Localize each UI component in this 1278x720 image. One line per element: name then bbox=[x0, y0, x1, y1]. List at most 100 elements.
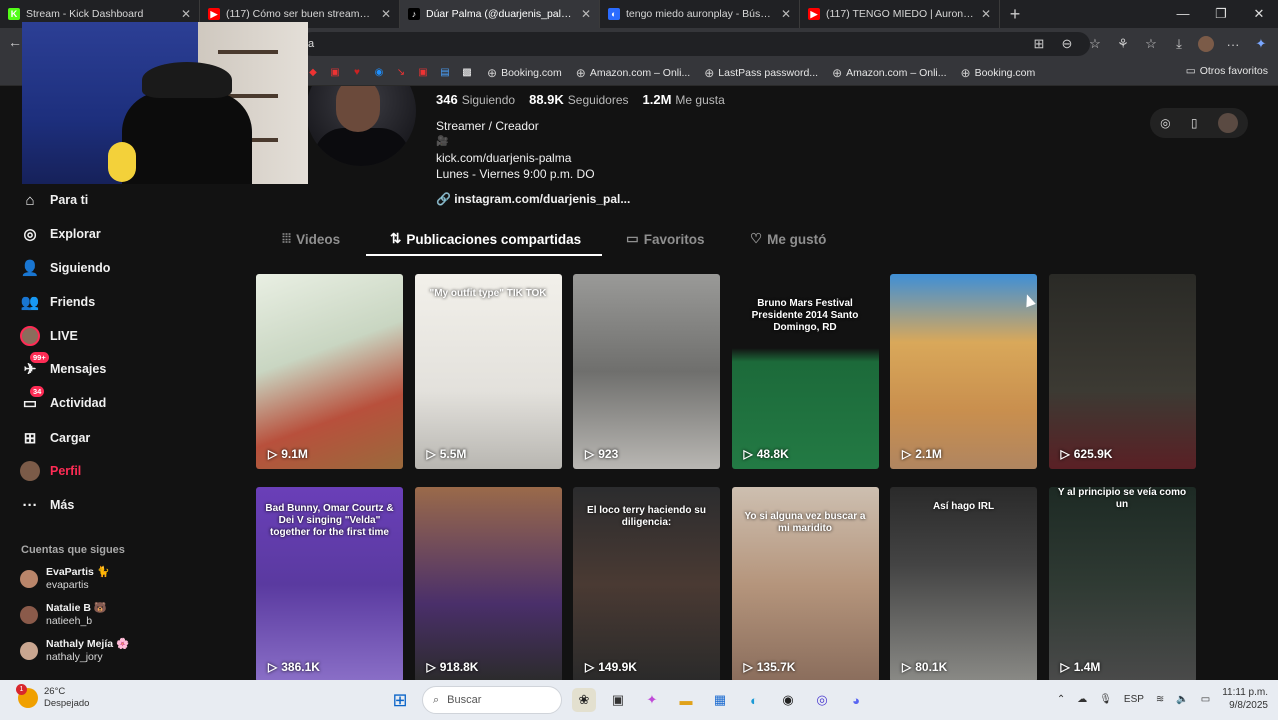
bookmark-item[interactable]: ⊕ Amazon.com – Onli... bbox=[576, 66, 690, 80]
browser-tab[interactable]: ◐ tengo miedo auronplay - Búsque ✕ bbox=[600, 0, 800, 28]
bio-line: 🎥 bbox=[436, 136, 449, 147]
upload-icon: ⊞ bbox=[23, 430, 37, 447]
bookmark-item[interactable]: ⊕ Booking.com bbox=[961, 66, 1036, 80]
mic-icon[interactable]: 🎙 bbox=[1099, 694, 1112, 705]
menu-icon[interactable]: ··· bbox=[1224, 37, 1242, 52]
battery-icon[interactable]: ▭ bbox=[1201, 694, 1210, 705]
close-window-button[interactable]: ✕ bbox=[1240, 0, 1278, 28]
tab-me-gust-[interactable]: ♡ Me gustó bbox=[750, 231, 826, 247]
extensions-icon[interactable]: ⊞ bbox=[1030, 36, 1048, 52]
copilot-icon[interactable]: ✦ bbox=[640, 688, 664, 712]
tab-videos[interactable]: ⦙⦙⦙ Videos bbox=[282, 231, 340, 247]
tab-favicon-icon: ▶ bbox=[808, 8, 820, 20]
bookmark-label: Amazon.com – Onli... bbox=[589, 66, 691, 79]
tab-publicaciones-compartidas[interactable]: ⇅ Publicaciones compartidas bbox=[390, 231, 581, 247]
new-tab-button[interactable]: + bbox=[1000, 4, 1030, 25]
video-card[interactable]: ▷ 923 bbox=[573, 274, 720, 469]
puzzle-icon[interactable]: ⚘ bbox=[1114, 36, 1132, 52]
video-card[interactable]: Bruno Mars Festival Presidente 2014 Sant… bbox=[731, 274, 879, 469]
sidebar-item-friends[interactable]: 👥 Friends bbox=[20, 292, 96, 312]
profile-link[interactable]: 🔗 instagram.com/duarjenis_pal... bbox=[436, 192, 630, 206]
user-avatar[interactable] bbox=[1217, 113, 1238, 133]
sidebar-item-live[interactable]: LIVE bbox=[20, 326, 78, 346]
sidebar-item-siguiendo[interactable]: 👤 Siguiendo bbox=[20, 258, 111, 278]
chevron-up-icon[interactable]: ⌃ bbox=[1057, 694, 1065, 705]
back-icon[interactable]: ← bbox=[8, 34, 22, 50]
app-icon[interactable]: ◎ bbox=[810, 688, 834, 712]
favorites-icon[interactable]: ☆ bbox=[1142, 36, 1160, 52]
minimize-button[interactable]: — bbox=[1164, 0, 1202, 28]
bookmark-icon[interactable]: ▤ bbox=[437, 66, 453, 80]
video-card[interactable]: "My outfit type" TIK TOK ▷ 5.5M bbox=[414, 274, 562, 469]
volume-icon[interactable]: 🔈 bbox=[1176, 694, 1188, 705]
other-bookmarks[interactable]: ▭ Otros favoritos bbox=[1186, 65, 1268, 77]
followed-account[interactable]: Nathaly Mejía 🌸 nathaly_jory bbox=[20, 638, 129, 664]
account-avatar bbox=[20, 570, 38, 588]
followers-stat[interactable]: 88.9K Seguidores bbox=[529, 92, 628, 107]
task-view-icon[interactable]: ▣ bbox=[606, 688, 630, 712]
start-icon[interactable]: ⊞ bbox=[388, 688, 412, 712]
download-icon[interactable]: ⤓ bbox=[1170, 36, 1188, 52]
tab-favoritos[interactable]: ▭ Favoritos bbox=[626, 231, 705, 247]
followed-account[interactable]: Natalie B 🐻 natieeh_b bbox=[20, 602, 107, 628]
video-card[interactable]: El loco terry haciendo su diligencia: ▷ 14… bbox=[573, 487, 720, 680]
close-tab-icon[interactable]: ✕ bbox=[181, 7, 191, 21]
close-tab-icon[interactable]: ✕ bbox=[981, 7, 991, 21]
zoom-icon[interactable]: ⊖ bbox=[1058, 36, 1076, 52]
weather-widget[interactable]: 1 26°C Despejado bbox=[16, 684, 89, 710]
video-card[interactable]: Yo si alguna vez buscar a mi maridito ▷ 13… bbox=[731, 487, 879, 680]
following-stat[interactable]: 346 Siguiendo bbox=[436, 92, 515, 107]
sidebar-item-perfil[interactable]: Perfil bbox=[20, 461, 81, 481]
edge-icon[interactable]: ◐ bbox=[742, 688, 766, 712]
sidebar-item-m-s[interactable]: ··· Más bbox=[20, 495, 75, 515]
clock[interactable]: 11:11 p.m. 9/8/2025 bbox=[1222, 686, 1268, 712]
address-input[interactable]: a bbox=[300, 32, 1090, 56]
search-placeholder: Buscar bbox=[447, 694, 482, 706]
sidebar-item-actividad[interactable]: ▭ 34 Actividad bbox=[20, 386, 106, 413]
bookmark-icon[interactable]: ↘ bbox=[393, 66, 409, 80]
compass-icon[interactable]: ◎ bbox=[1160, 116, 1170, 130]
bookmark-icon[interactable]: ▣ bbox=[327, 66, 343, 80]
sidebar-item-explorar[interactable]: ◎ Explorar bbox=[20, 224, 100, 244]
video-card[interactable]: Y al principio se veía como un ▷ 1.4M bbox=[1048, 487, 1196, 680]
close-tab-icon[interactable]: ✕ bbox=[381, 7, 391, 21]
store-icon[interactable]: ▦ bbox=[708, 688, 732, 712]
cloud-icon[interactable]: ☁ bbox=[1077, 694, 1087, 705]
language-indicator[interactable]: ESP bbox=[1124, 694, 1144, 705]
video-card[interactable]: ▷ 625.9K bbox=[1048, 274, 1196, 469]
video-card[interactable]: Bad Bunny, Omar Courtz & Dei V singing "… bbox=[256, 487, 403, 680]
close-tab-icon[interactable]: ✕ bbox=[581, 7, 591, 21]
browser-tab[interactable]: ▶ (117) TENGO MIEDO | AuronPlay ✕ bbox=[800, 0, 1000, 28]
video-card[interactable]: ▷ 9.1M bbox=[256, 274, 403, 469]
close-tab-icon[interactable]: ✕ bbox=[781, 7, 791, 21]
obs-icon[interactable]: ◉ bbox=[776, 688, 800, 712]
followed-account[interactable]: EvaPartis 🐈 evapartis bbox=[20, 566, 110, 592]
bookmark-icon[interactable]: ◉ bbox=[371, 66, 387, 80]
video-card[interactable]: Así hago IRL ▷ 80.1K bbox=[890, 487, 1037, 680]
sidebar-item-cargar[interactable]: ⊞ Cargar bbox=[20, 428, 91, 448]
copilot-icon[interactable]: ✦ bbox=[1252, 36, 1270, 52]
video-card[interactable]: ▷ 918.8K bbox=[414, 487, 562, 680]
play-icon: ▷ bbox=[426, 660, 436, 674]
bookmark-icon[interactable]: ♥ bbox=[349, 66, 365, 80]
sidebar-item-para-ti[interactable]: ⌂ Para ti bbox=[20, 190, 88, 210]
video-card[interactable]: ▷ 2.1M bbox=[890, 274, 1037, 469]
clock-time: 11:11 p.m. bbox=[1222, 687, 1268, 698]
star-icon[interactable]: ☆ bbox=[1086, 36, 1104, 52]
wifi-icon[interactable]: ≋ bbox=[1156, 694, 1164, 705]
taskbar-search[interactable]: ⌕ Buscar bbox=[422, 686, 562, 714]
widgets-icon[interactable]: ❀ bbox=[572, 688, 596, 712]
bookmark-icon[interactable]: ▩ bbox=[459, 66, 475, 80]
bookmark-icon[interactable]: ▣ bbox=[415, 66, 431, 80]
file-explorer-icon[interactable]: ▬ bbox=[674, 688, 698, 712]
discord-icon[interactable]: ◕ bbox=[844, 688, 868, 712]
sidebar-item-mensajes[interactable]: ✈ 99+ Mensajes bbox=[20, 352, 106, 379]
profile-avatar[interactable] bbox=[1198, 36, 1214, 52]
bookmark-item[interactable]: ⊕ Booking.com bbox=[487, 66, 562, 80]
bookmark-item[interactable]: ⊕ LastPass password... bbox=[704, 66, 818, 80]
bookmark-item[interactable]: ⊕ Amazon.com – Onli... bbox=[832, 66, 946, 80]
maximize-button[interactable]: ❐ bbox=[1202, 0, 1240, 28]
video-caption: El loco terry haciendo su diligencia: bbox=[587, 505, 706, 528]
browser-tab[interactable]: ♪ Dúar Palma (@duarjenis_palma) | ✕ bbox=[400, 0, 600, 28]
device-icon[interactable]: ▯ bbox=[1191, 116, 1198, 130]
